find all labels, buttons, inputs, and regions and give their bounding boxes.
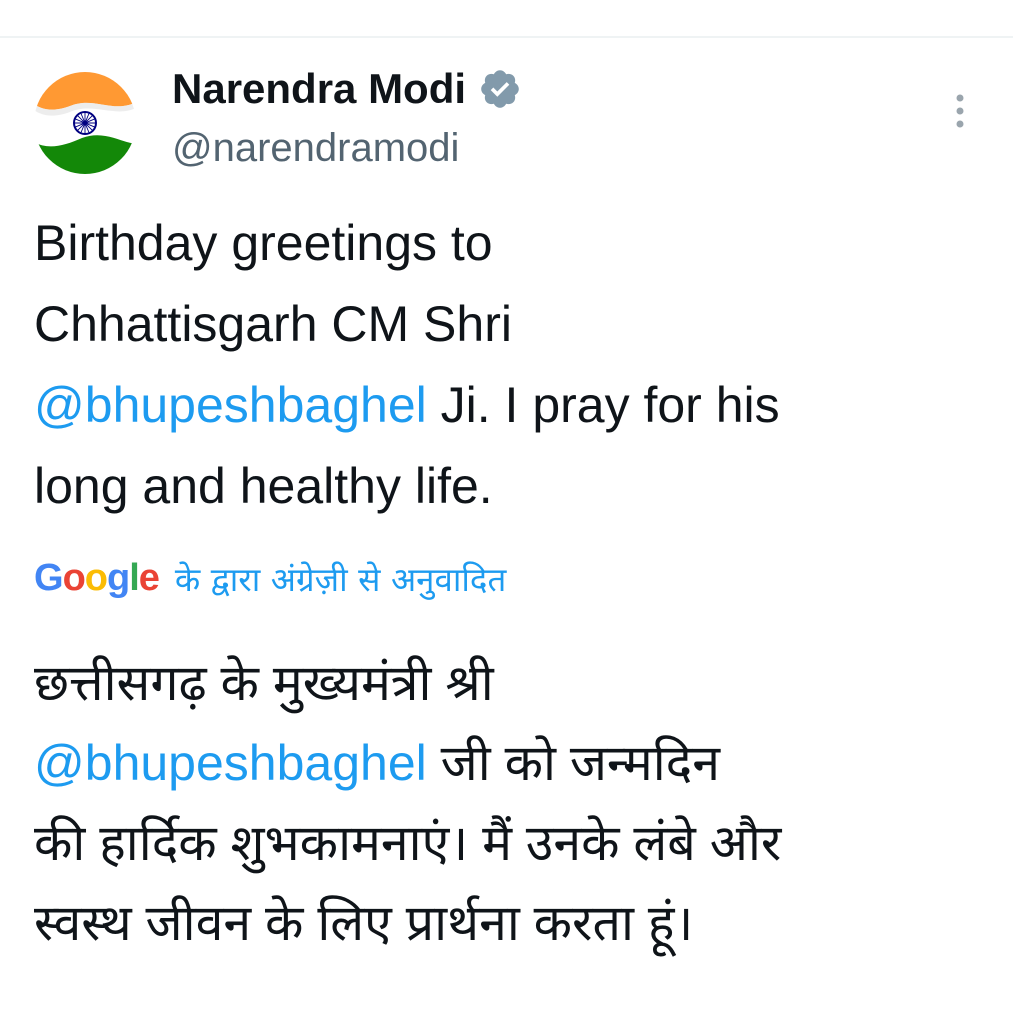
translation-attribution[interactable]: Google के द्वारा अंग्रेज़ी से अनुवादित: [34, 552, 506, 604]
avatar[interactable]: [34, 72, 136, 174]
google-logo: Google: [34, 556, 160, 600]
translated-tweet-text: छत्तीसगढ़ के मुख्यमंत्री श्री @bhupeshba…: [34, 643, 984, 963]
google-logo-letter: l: [129, 556, 140, 599]
translated-text-line: @bhupeshbaghel जी को जन्मदिन: [34, 735, 720, 791]
more-vertical-icon: [956, 94, 964, 128]
author-display-name[interactable]: Narendra Modi: [172, 64, 522, 114]
tweet-text-line: @bhupeshbaghel Ji. I pray for his: [34, 377, 780, 433]
mention-link[interactable]: @bhupeshbaghel: [34, 735, 427, 791]
more-options-button[interactable]: [942, 92, 978, 132]
google-logo-letter: o: [62, 556, 86, 599]
tweet-text-line: Birthday greetings to: [34, 215, 493, 271]
google-logo-letter: e: [138, 556, 160, 599]
tweet-text-line: Chhattisgarh CM Shri: [34, 296, 512, 352]
translated-text-line: स्वस्थ जीवन के लिए प्रार्थना करता हूं।: [34, 895, 694, 951]
translated-by-label[interactable]: के द्वारा अंग्रेज़ी से अनुवादित: [175, 556, 506, 601]
verified-badge-icon[interactable]: [478, 67, 522, 111]
top-divider: [0, 36, 1013, 38]
google-logo-letter: g: [107, 556, 130, 599]
author-handle[interactable]: @narendramodi: [172, 124, 459, 172]
author-name-text: Narendra Modi: [172, 65, 467, 112]
google-logo-letter: o: [84, 556, 108, 599]
google-logo-letter: G: [34, 556, 64, 599]
translated-text-line: की हार्दिक शुभकामनाएं। मैं उनके लंबे और: [34, 815, 782, 871]
indian-flag-avatar-icon: [34, 72, 136, 174]
mention-link[interactable]: @bhupeshbaghel: [34, 377, 427, 433]
tweet-text: Birthday greetings to Chhattisgarh CM Sh…: [34, 203, 984, 527]
tweet-text-line: long and healthy life.: [34, 458, 493, 514]
translated-text-line: छत्तीसगढ़ के मुख्यमंत्री श्री: [34, 655, 494, 711]
